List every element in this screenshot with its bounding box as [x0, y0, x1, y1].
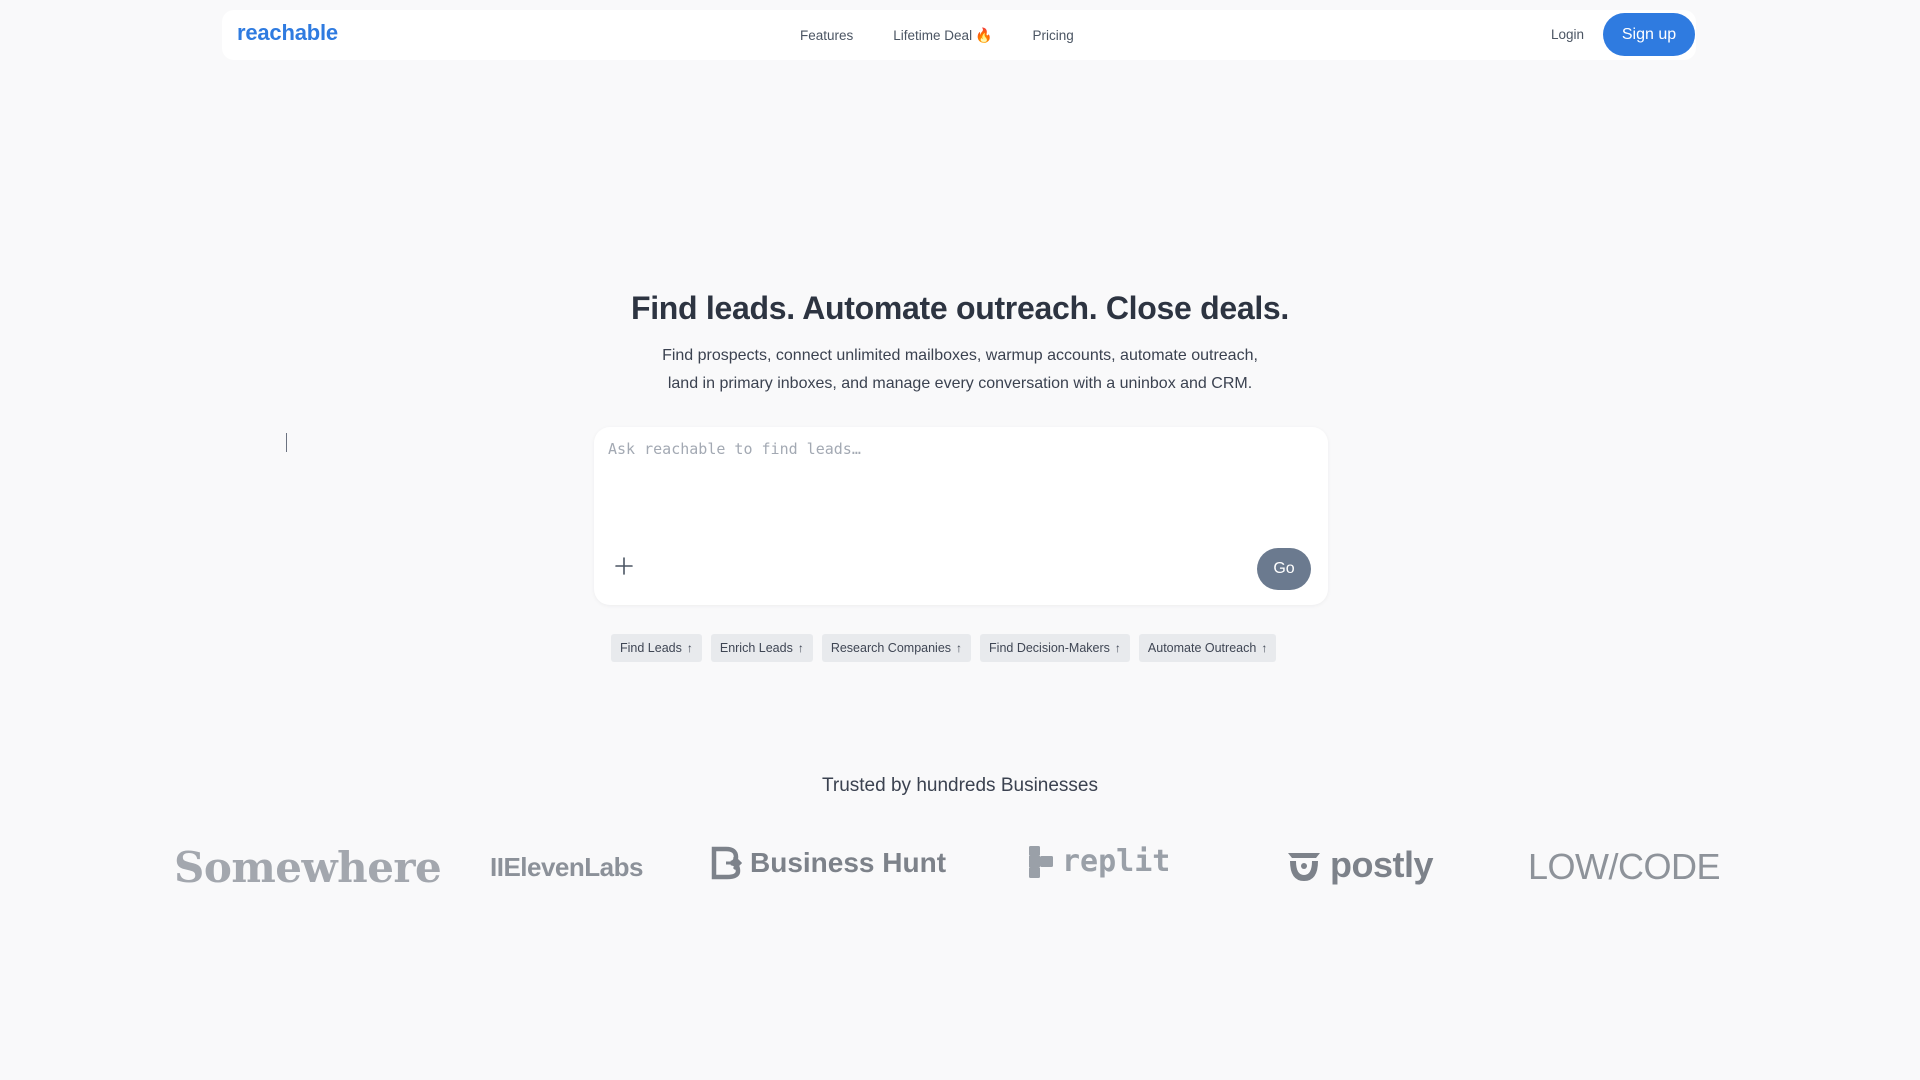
chip-research-companies[interactable]: Research Companies ↑ [821, 634, 972, 662]
chip-find-leads[interactable]: Find Leads ↑ [611, 634, 702, 662]
logo-lowcode: LOW/CODE [1528, 846, 1721, 887]
nav-link-lifetime-deal[interactable]: Lifetime Deal 🔥 [893, 27, 992, 44]
chip-label: Research Companies [830, 641, 952, 655]
arrow-up-icon: ↑ [1261, 641, 1268, 655]
logo-elevenlabs: IIElevenLabs [490, 852, 643, 882]
logo-postly: postly [1284, 844, 1434, 886]
login-link[interactable]: Login [1551, 27, 1584, 42]
nav-links: Features Lifetime Deal 🔥 Pricing [800, 10, 1074, 60]
signup-button[interactable]: Sign up [1603, 13, 1695, 56]
chip-enrich-leads[interactable]: Enrich Leads ↑ [710, 634, 813, 662]
logo-business-hunt: Business Hunt [710, 846, 946, 880]
trusted-heading: Trusted by hundreds Businesses [821, 775, 1098, 796]
nav-link-lifetime-deal-label: Lifetime Deal [893, 27, 973, 43]
add-button[interactable] [610, 552, 638, 580]
fire-icon: 🔥 [975, 26, 993, 43]
replit-mark-icon [1029, 845, 1053, 878]
suggestion-chips: Find Leads ↑ Enrich Leads ↑ Research Com… [611, 634, 1277, 662]
customer-logos: Somewhere IIElevenLabs Business Hunt rep… [0, 838, 1920, 898]
nav-link-features[interactable]: Features [800, 28, 853, 43]
prompt-input[interactable] [608, 440, 1308, 530]
arrow-up-icon: ↑ [956, 641, 963, 655]
arrow-up-icon: ↑ [686, 641, 693, 655]
business-hunt-mark-icon [711, 846, 743, 880]
hero-subtitle-line-2: land in primary inboxes, and manage ever… [667, 375, 1253, 392]
logo[interactable]: reachable [237, 20, 338, 46]
prompt-box: Go [594, 427, 1328, 605]
postly-wordmark: postly [1330, 844, 1434, 885]
logo-replit: replit [1028, 844, 1170, 879]
logo-somewhere: Somewhere [174, 843, 442, 892]
chip-label: Automate Outreach [1147, 641, 1257, 655]
chip-find-decision-makers[interactable]: Find Decision-Makers ↑ [980, 634, 1130, 662]
replit-wordmark: replit [1062, 844, 1171, 879]
plus-icon [615, 557, 633, 575]
text-cursor [286, 433, 287, 452]
business-hunt-wordmark: Business Hunt [750, 847, 947, 878]
arrow-up-icon: ↑ [797, 641, 804, 655]
navbar: reachable Features Lifetime Deal 🔥 Pricin… [222, 10, 1696, 60]
hero-subtitle-line-1: Find prospects, connect unlimited mailbo… [662, 347, 1258, 364]
chip-label: Find Decision-Makers [989, 641, 1110, 655]
go-button[interactable]: Go [1257, 548, 1311, 590]
hero-subtitle: Find prospects, connect unlimited mailbo… [610, 342, 1310, 398]
postly-mark-icon [1288, 853, 1320, 881]
nav-link-pricing[interactable]: Pricing [1033, 28, 1074, 43]
arrow-up-icon: ↑ [1114, 641, 1121, 655]
chip-automate-outreach[interactable]: Automate Outreach ↑ [1138, 634, 1277, 662]
hero-title: Find leads. Automate outreach. Close dea… [630, 290, 1290, 326]
chip-label: Find Leads [620, 641, 682, 655]
chip-label: Enrich Leads [719, 641, 793, 655]
